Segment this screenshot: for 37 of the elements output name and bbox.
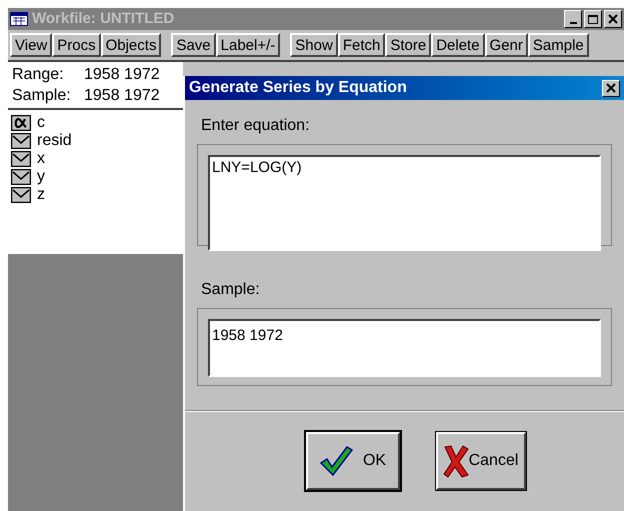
toolbar-button[interactable]: Fetch bbox=[338, 33, 386, 57]
close-icon bbox=[606, 83, 616, 93]
toolbar-button[interactable]: Procs bbox=[52, 33, 101, 57]
toolbar-button[interactable]: Show bbox=[290, 33, 338, 57]
alpha-icon bbox=[11, 115, 31, 131]
toolbar-button[interactable]: Objects bbox=[100, 33, 162, 57]
window-title: Workfile: UNTITLED bbox=[32, 8, 174, 29]
close-icon bbox=[608, 14, 618, 24]
envelope-icon bbox=[11, 133, 31, 149]
toolbar-button[interactable]: Delete bbox=[431, 33, 485, 57]
sample-value: 1958 1972 bbox=[84, 86, 160, 106]
cancel-button[interactable]: Cancel bbox=[436, 432, 526, 490]
envelope-icon bbox=[11, 187, 31, 203]
toolbar-button[interactable]: Save bbox=[171, 33, 216, 57]
range-value: 1958 1972 bbox=[84, 65, 160, 85]
minimize-button[interactable] bbox=[564, 10, 582, 28]
maximize-button[interactable] bbox=[584, 10, 602, 28]
sample-label: Sample: bbox=[12, 86, 72, 106]
close-button[interactable] bbox=[602, 80, 620, 96]
toolbar-button[interactable]: Sample bbox=[528, 33, 589, 57]
range-label: Range: bbox=[12, 65, 65, 85]
close-button[interactable] bbox=[604, 10, 622, 28]
sample-label: Sample: bbox=[201, 280, 261, 300]
toolbar-button[interactable]: Label+/- bbox=[216, 33, 280, 57]
ok-button[interactable]: OK bbox=[306, 432, 400, 490]
envelope-icon bbox=[11, 169, 31, 185]
checkmark-icon bbox=[318, 445, 353, 477]
sample-field[interactable]: 1958 1972 bbox=[208, 319, 601, 377]
window-icon bbox=[10, 12, 28, 26]
dialog-title: Generate Series by Equation bbox=[189, 78, 407, 98]
envelope-icon bbox=[11, 151, 31, 167]
toolbar-button[interactable]: View bbox=[10, 33, 52, 57]
equation-field[interactable]: LNY=LOG(Y) bbox=[208, 155, 601, 251]
equation-label: Enter equation: bbox=[201, 116, 311, 136]
toolbar-button[interactable]: Genr bbox=[484, 33, 528, 57]
cross-icon bbox=[442, 444, 469, 478]
toolbar-button[interactable]: Store bbox=[385, 33, 432, 57]
